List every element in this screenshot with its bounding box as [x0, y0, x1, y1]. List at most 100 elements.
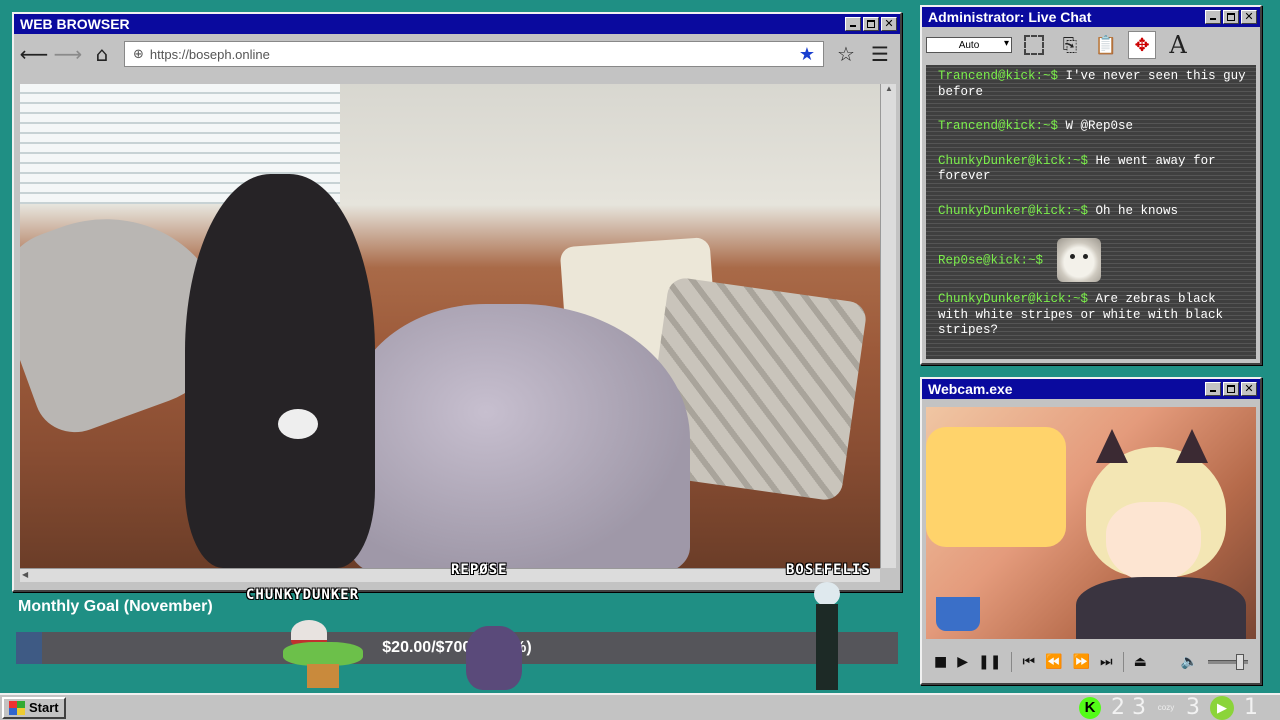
dog	[185, 174, 375, 568]
vertical-scrollbar[interactable]	[880, 84, 897, 568]
chat-message: Trancend@kick:~$ I've never seen this gu…	[938, 69, 1246, 100]
chat-text: W @Rep0se	[1065, 119, 1134, 133]
goal-amount: $20.00/$700.00 (3%)	[382, 639, 532, 656]
globe-icon: ⊕	[133, 46, 144, 62]
blanket	[350, 304, 690, 568]
video-stream[interactable]	[20, 84, 880, 568]
chat-username[interactable]: Rep0se@kick:~$	[938, 253, 1043, 267]
plant-sprite	[283, 620, 363, 690]
move-icon[interactable]: ✥	[1128, 31, 1156, 59]
player-name-repose: REPØSE	[451, 562, 508, 578]
chat-username[interactable]: Trancend@kick:~$	[938, 119, 1058, 133]
windows-logo-icon	[9, 700, 25, 715]
goal-progress-bar: $20.00/$700.00 (3%)	[16, 632, 898, 664]
sprite-leaf	[283, 642, 363, 666]
start-button[interactable]: Start	[2, 696, 66, 719]
start-label: Start	[29, 700, 59, 715]
system-tray: K 2 3 cozy 3 ▶ 1	[1079, 695, 1258, 720]
volume-icon[interactable]: 🔈	[1181, 654, 1198, 670]
browser-navbar: ⟵ ⟶ ⌂ ⊕ https://boseph.online ★ ☆ ☰	[14, 34, 900, 74]
close-button[interactable]: ✕	[1241, 10, 1257, 24]
creature-sprite	[466, 626, 522, 690]
cozy-icon[interactable]: cozy	[1156, 703, 1176, 712]
rewind-icon[interactable]: ⏪	[1045, 654, 1062, 670]
media-controls: ■ ▶ ❚❚ ⏮ ⏪ ⏩ ⏭ ⏏ 🔈	[926, 645, 1256, 679]
volume-slider[interactable]	[1208, 654, 1248, 670]
goal-title: Monthly Goal (November)	[18, 598, 213, 615]
cat-emote-image	[1056, 238, 1101, 282]
background-pillow	[926, 427, 1066, 547]
skip-start-icon[interactable]: ⏮	[1022, 654, 1035, 670]
sprite-head	[814, 582, 840, 606]
avatar-body	[1076, 577, 1246, 639]
font-icon[interactable]: A	[1164, 31, 1192, 59]
copy-icon[interactable]: ⎘	[1056, 31, 1084, 59]
chat-message: ChunkyDunker@kick:~$ Oh he knows	[938, 204, 1246, 220]
pause-icon[interactable]: ❚❚	[978, 654, 1001, 670]
player-name-chunkydunker: CHUNKYDUNKER	[246, 587, 360, 603]
eject-icon[interactable]: ⏏	[1134, 654, 1147, 670]
sprite-pot	[307, 664, 339, 688]
divider	[1122, 652, 1124, 672]
cup	[936, 597, 980, 631]
chat-username[interactable]: ChunkyDunker@kick:~$	[938, 292, 1088, 306]
chat-username[interactable]: Trancend@kick:~$	[938, 69, 1058, 83]
webcam-window: Webcam.exe ✕ ■ ▶ ❚❚ ⏮ ⏪ ⏩ ⏭ ⏏ 🔈	[920, 377, 1262, 685]
play-icon[interactable]: ▶	[957, 654, 968, 670]
forward-arrow-icon[interactable]: ⟶	[54, 42, 83, 66]
stop-icon[interactable]: ■	[934, 654, 947, 670]
chat-titlebar[interactable]: Administrator: Live Chat ✕	[922, 7, 1260, 27]
webcam-titlebar[interactable]: Webcam.exe ✕	[922, 379, 1260, 399]
chat-title: Administrator: Live Chat	[928, 9, 1092, 25]
chat-toolbar: Auto ⎘ 📋 ✥ A	[922, 27, 1260, 63]
browser-titlebar[interactable]: WEB BROWSER ✕	[14, 14, 900, 34]
chat-message: Trancend@kick:~$ W @Rep0se	[938, 119, 1246, 135]
home-icon[interactable]: ⌂	[90, 42, 114, 66]
divider	[1011, 652, 1013, 672]
play-circle-icon[interactable]: ▶	[1210, 695, 1234, 720]
favorites-star-icon[interactable]: ☆	[834, 42, 858, 66]
sprite-body	[816, 604, 838, 690]
url-text[interactable]: https://boseph.online	[150, 47, 793, 62]
chat-message: Rep0se@kick:~$	[938, 238, 1246, 282]
dog-chest-patch	[278, 409, 318, 439]
close-button[interactable]: ✕	[1241, 382, 1257, 396]
browser-title: WEB BROWSER	[20, 16, 130, 32]
back-arrow-icon[interactable]: ⟵	[20, 42, 49, 66]
chat-messages[interactable]: Trancend@kick:~$ I've never seen this gu…	[926, 65, 1256, 359]
play-count: 1	[1244, 695, 1258, 720]
character-sprite	[808, 582, 848, 690]
horizontal-scrollbar[interactable]	[20, 568, 880, 582]
address-bar[interactable]: ⊕ https://boseph.online ★	[124, 41, 824, 67]
kick-logo-icon[interactable]: K	[1079, 696, 1101, 719]
webcam-title: Webcam.exe	[928, 381, 1013, 397]
chat-message: ChunkyDunker@kick:~$ Are zebras black wi…	[938, 292, 1246, 339]
avatar-cat-ear	[1096, 429, 1128, 463]
chat-message: ChunkyDunker@kick:~$ He went away for fo…	[938, 154, 1246, 185]
chat-username[interactable]: ChunkyDunker@kick:~$	[938, 204, 1088, 218]
avatar-face	[1106, 502, 1201, 582]
avatar-cat-ear	[1176, 429, 1208, 463]
select-rectangle-icon[interactable]	[1020, 31, 1048, 59]
menu-icon[interactable]: ☰	[868, 42, 892, 66]
minimize-button[interactable]	[1205, 382, 1221, 396]
paste-icon[interactable]: 📋	[1092, 31, 1120, 59]
chat-username[interactable]: ChunkyDunker@kick:~$	[938, 154, 1088, 168]
maximize-button[interactable]	[863, 17, 879, 31]
minimize-button[interactable]	[845, 17, 861, 31]
taskbar: Start K 2 3 cozy 3 ▶ 1	[0, 693, 1280, 720]
skip-end-icon[interactable]: ⏭	[1100, 654, 1113, 670]
kick-count: 2 3	[1111, 695, 1146, 720]
cozy-count: 3	[1186, 695, 1200, 720]
fast-forward-icon[interactable]: ⏩	[1073, 654, 1090, 670]
maximize-button[interactable]	[1223, 10, 1239, 24]
minimize-button[interactable]	[1205, 10, 1221, 24]
bookmark-star-filled-icon[interactable]: ★	[799, 44, 815, 65]
chat-window: Administrator: Live Chat ✕ Auto ⎘ 📋 ✥ A …	[920, 5, 1262, 365]
player-name-bosefelis: BOSEFELIS	[786, 562, 871, 578]
size-select[interactable]: Auto	[926, 37, 1012, 53]
close-button[interactable]: ✕	[881, 17, 897, 31]
webcam-view	[926, 407, 1256, 639]
maximize-button[interactable]	[1223, 382, 1239, 396]
chat-text: Oh he knows	[1095, 203, 1179, 218]
